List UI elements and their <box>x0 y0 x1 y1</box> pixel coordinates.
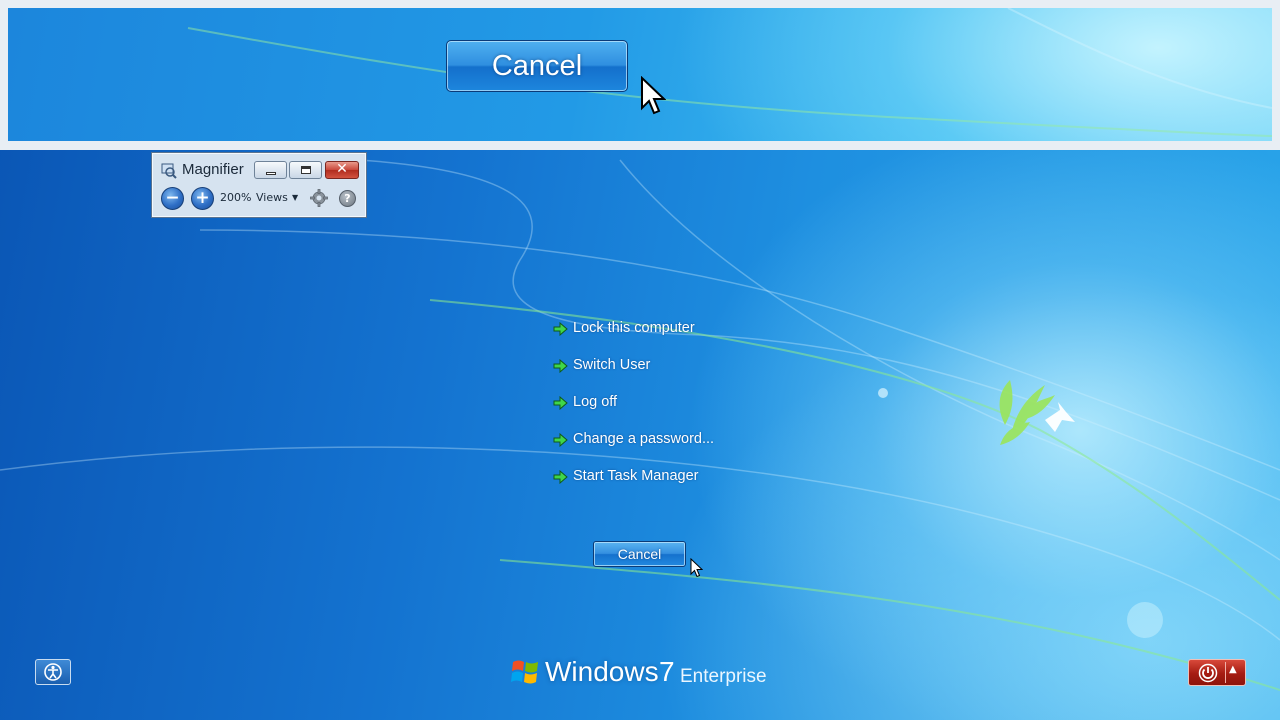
option-label: Log off <box>573 394 618 410</box>
magnifier-window[interactable]: Magnifier ✕ − + 200% Views ▼ ? <box>151 152 367 218</box>
close-icon: ✕ <box>336 161 348 177</box>
green-arrow-icon <box>553 359 568 373</box>
zoom-out-button[interactable]: − <box>161 187 184 210</box>
option-label: Change a password... <box>573 431 715 447</box>
maximize-button[interactable] <box>289 161 322 179</box>
close-button[interactable]: ✕ <box>325 161 359 179</box>
minus-icon: − <box>165 188 180 208</box>
power-icon <box>1198 663 1218 683</box>
magnified-view: Cancel <box>8 8 1272 141</box>
magnifier-lens-pane: Cancel <box>0 0 1280 150</box>
brand-product: Windows <box>545 656 659 687</box>
brand-version: 7 <box>659 656 675 687</box>
option-label: Switch User <box>573 357 651 373</box>
mouse-cursor-icon <box>690 558 703 578</box>
chevron-down-icon[interactable]: ▼ <box>292 193 298 202</box>
cancel-button[interactable]: Cancel <box>593 541 686 567</box>
minimize-button[interactable] <box>254 161 287 179</box>
ease-of-access-icon <box>44 663 62 681</box>
gear-icon[interactable] <box>310 189 328 207</box>
shutdown-button[interactable]: ▲ <box>1188 659 1246 686</box>
magnifier-title: Magnifier <box>182 161 244 178</box>
option-label: Start Task Manager <box>573 468 699 484</box>
windows-logo-icon <box>511 660 538 684</box>
green-arrow-icon <box>553 322 568 336</box>
green-arrow-icon <box>553 470 568 484</box>
ease-of-access-button[interactable] <box>35 659 71 685</box>
views-menu[interactable]: Views <box>256 191 288 204</box>
magnifier-app-icon <box>161 163 177 179</box>
magnified-cancel-button: Cancel <box>446 40 628 92</box>
zoom-in-button[interactable]: + <box>191 187 214 210</box>
zoom-level: 200% <box>220 191 252 204</box>
power-divider <box>1225 662 1226 683</box>
magnified-cursor-icon <box>641 76 666 115</box>
green-arrow-icon <box>553 433 568 447</box>
help-icon[interactable]: ? <box>339 190 356 207</box>
plus-icon: + <box>195 188 210 208</box>
option-label: Lock this computer <box>573 320 695 336</box>
shutdown-options-arrow-icon[interactable]: ▲ <box>1229 664 1237 675</box>
green-arrow-icon <box>553 396 568 410</box>
brand-edition: Enterprise <box>680 666 767 687</box>
